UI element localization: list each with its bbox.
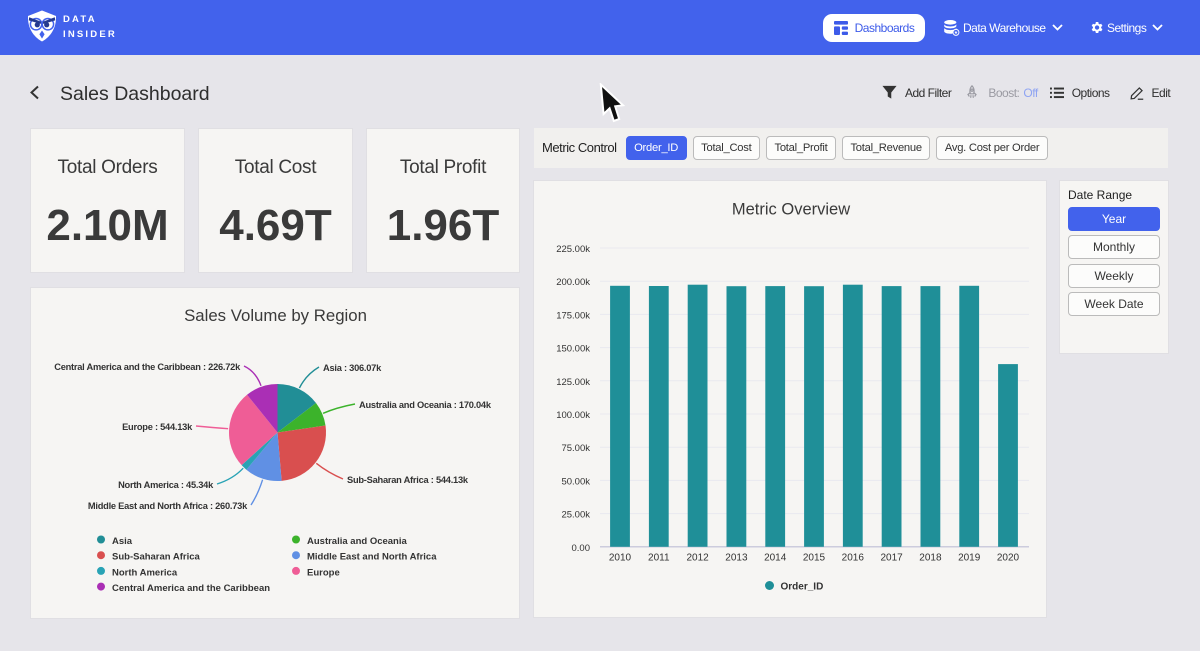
svg-text:2013: 2013 <box>725 553 748 564</box>
svg-text:Middle East and North Africa: Middle East and North Africa <box>307 552 437 563</box>
svg-text:Sales Volume by Region: Sales Volume by Region <box>184 306 367 325</box>
svg-text:2017: 2017 <box>880 553 903 564</box>
svg-text:Middle East and North Africa :: Middle East and North Africa : 260.73k <box>88 501 248 511</box>
svg-text:2010: 2010 <box>609 553 632 564</box>
svg-text:2016: 2016 <box>842 553 865 564</box>
svg-text:50.00k: 50.00k <box>561 476 590 487</box>
svg-text:Order_ID: Order_ID <box>781 582 824 593</box>
svg-text:Central America and the Caribb: Central America and the Caribbean : 226.… <box>54 362 241 372</box>
svg-text:Metric Overview: Metric Overview <box>732 201 850 219</box>
svg-text:Central America and the Caribb: Central America and the Caribbean <box>112 583 270 594</box>
svg-text:2014: 2014 <box>764 553 787 564</box>
svg-text:2012: 2012 <box>686 553 709 564</box>
svg-text:Australia and Oceania : 170.04: Australia and Oceania : 170.04k <box>359 400 492 410</box>
svg-text:2018: 2018 <box>919 553 942 564</box>
svg-text:25.00k: 25.00k <box>561 510 590 521</box>
svg-text:150.00k: 150.00k <box>556 344 590 355</box>
svg-text:Asia: Asia <box>112 536 133 547</box>
svg-text:Asia : 306.07k: Asia : 306.07k <box>323 363 382 373</box>
svg-text:200.00k: 200.00k <box>556 277 590 288</box>
svg-text:Sub-Saharan Africa: Sub-Saharan Africa <box>112 552 201 563</box>
svg-text:225.00k: 225.00k <box>556 244 590 255</box>
svg-text:North America : 45.34k: North America : 45.34k <box>118 480 214 490</box>
svg-text:75.00k: 75.00k <box>561 443 590 454</box>
svg-text:Europe : 544.13k: Europe : 544.13k <box>122 422 193 432</box>
svg-text:Australia and Oceania: Australia and Oceania <box>307 536 408 547</box>
svg-text:North America: North America <box>112 567 178 578</box>
svg-text:Sub-Saharan Africa : 544.13k: Sub-Saharan Africa : 544.13k <box>347 475 469 485</box>
svg-text:2011: 2011 <box>648 553 670 564</box>
svg-text:100.00k: 100.00k <box>556 410 590 421</box>
svg-text:175.00k: 175.00k <box>556 310 590 321</box>
svg-text:2019: 2019 <box>958 553 981 564</box>
svg-text:Europe: Europe <box>307 567 340 578</box>
svg-text:0.00: 0.00 <box>572 543 591 554</box>
svg-text:2015: 2015 <box>803 553 826 564</box>
svg-text:2020: 2020 <box>997 553 1020 564</box>
svg-text:125.00k: 125.00k <box>556 377 590 388</box>
